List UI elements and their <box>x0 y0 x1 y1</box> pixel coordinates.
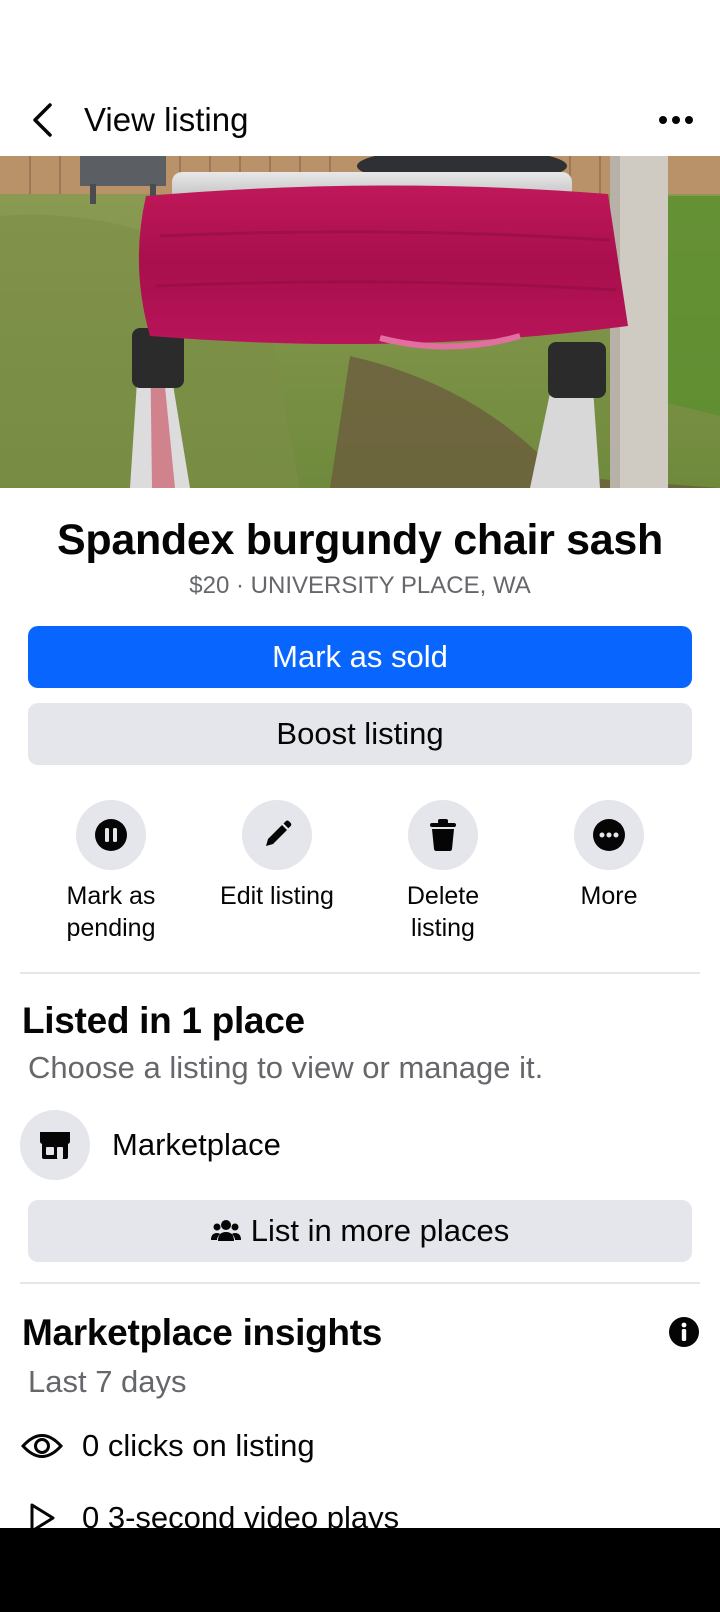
action-label: Mark as pending <box>66 882 156 942</box>
header-more-button[interactable] <box>652 100 700 140</box>
list-in-more-places-button[interactable]: List in more places <box>28 1200 692 1262</box>
divider <box>20 1282 700 1284</box>
listing-actions: Mark as pending Edit listing Delete list… <box>0 800 720 950</box>
insights-section-title: Marketplace insights <box>22 1312 383 1353</box>
insights-period: Last 7 days <box>28 1364 187 1399</box>
mark-as-sold-button[interactable]: Mark as sold <box>28 626 692 688</box>
boost-listing-button[interactable]: Boost listing <box>28 703 692 765</box>
more-dots-icon <box>593 819 625 851</box>
action-circle <box>76 800 146 870</box>
view-listing-screen: View listing Spandex burgundy chair sash… <box>0 0 720 1612</box>
chevron-left-icon <box>33 103 52 137</box>
action-label: Delete listing <box>406 882 480 942</box>
action-label: Edit listing <box>220 882 334 910</box>
place-label: Marketplace <box>112 1127 281 1162</box>
system-navigation-bar <box>0 1528 720 1612</box>
action-circle <box>574 800 644 870</box>
listing-title: Spandex burgundy chair sash <box>57 516 663 564</box>
place-icon-circle <box>20 1110 90 1180</box>
mark-as-pending-button[interactable]: Mark as pending <box>28 800 194 944</box>
edit-listing-button[interactable]: Edit listing <box>194 800 360 912</box>
action-circle <box>242 800 312 870</box>
listed-section-title: Listed in 1 place <box>22 1000 305 1041</box>
back-button[interactable] <box>22 96 62 144</box>
app-header: View listing <box>0 0 720 156</box>
marketplace-listing-row[interactable]: Marketplace <box>20 1110 700 1180</box>
more-horizontal-icon <box>659 116 693 124</box>
header-title: View listing <box>84 101 249 138</box>
eye-icon <box>20 1424 64 1468</box>
people-group-icon <box>210 1219 241 1243</box>
trash-icon <box>430 819 456 851</box>
listed-section-subtitle: Choose a listing to view or manage it. <box>28 1050 544 1085</box>
info-icon[interactable] <box>668 1316 700 1348</box>
delete-listing-button[interactable]: Delete listing <box>360 800 526 944</box>
listing-photo[interactable] <box>0 156 720 488</box>
action-circle <box>408 800 478 870</box>
list-more-label: List in more places <box>250 1213 510 1248</box>
more-actions-button[interactable]: More <box>526 800 692 912</box>
divider <box>20 972 700 974</box>
pause-icon <box>95 819 127 851</box>
listing-price-location: $20 · UNIVERSITY PLACE, WA <box>189 572 531 599</box>
marketplace-shop-icon <box>40 1132 70 1159</box>
action-label: More <box>580 882 638 910</box>
pencil-icon <box>266 820 292 846</box>
insight-clicks-row: 0 clicks on listing <box>20 1422 315 1470</box>
insight-clicks-text: 0 clicks on listing <box>82 1428 315 1463</box>
